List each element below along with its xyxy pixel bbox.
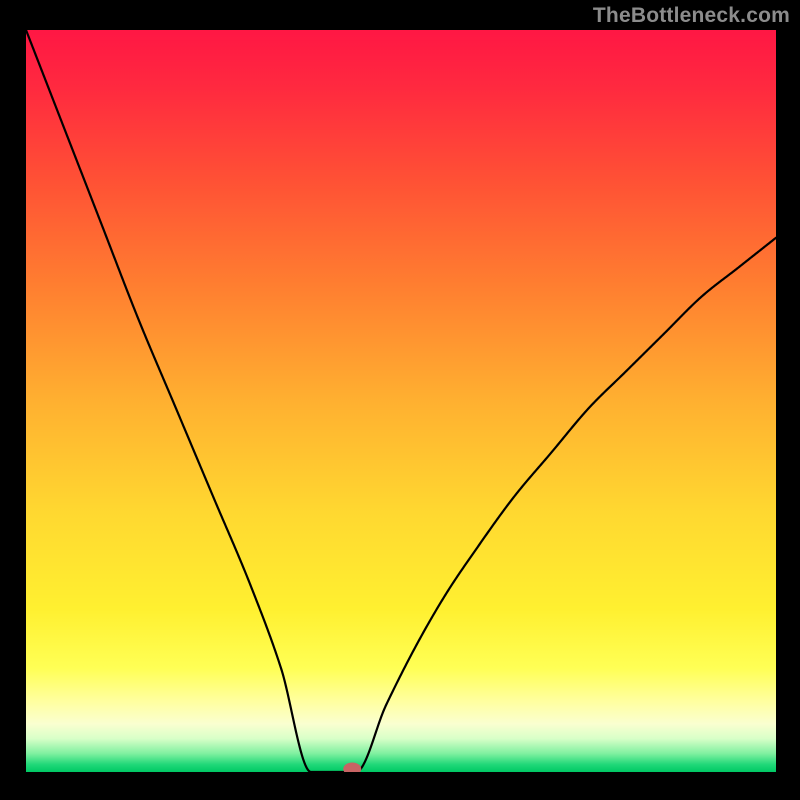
- chart-container: TheBottleneck.com: [0, 0, 800, 800]
- bottleneck-chart: [26, 30, 776, 772]
- attribution-label: TheBottleneck.com: [593, 4, 790, 28]
- plot-area: [26, 30, 776, 772]
